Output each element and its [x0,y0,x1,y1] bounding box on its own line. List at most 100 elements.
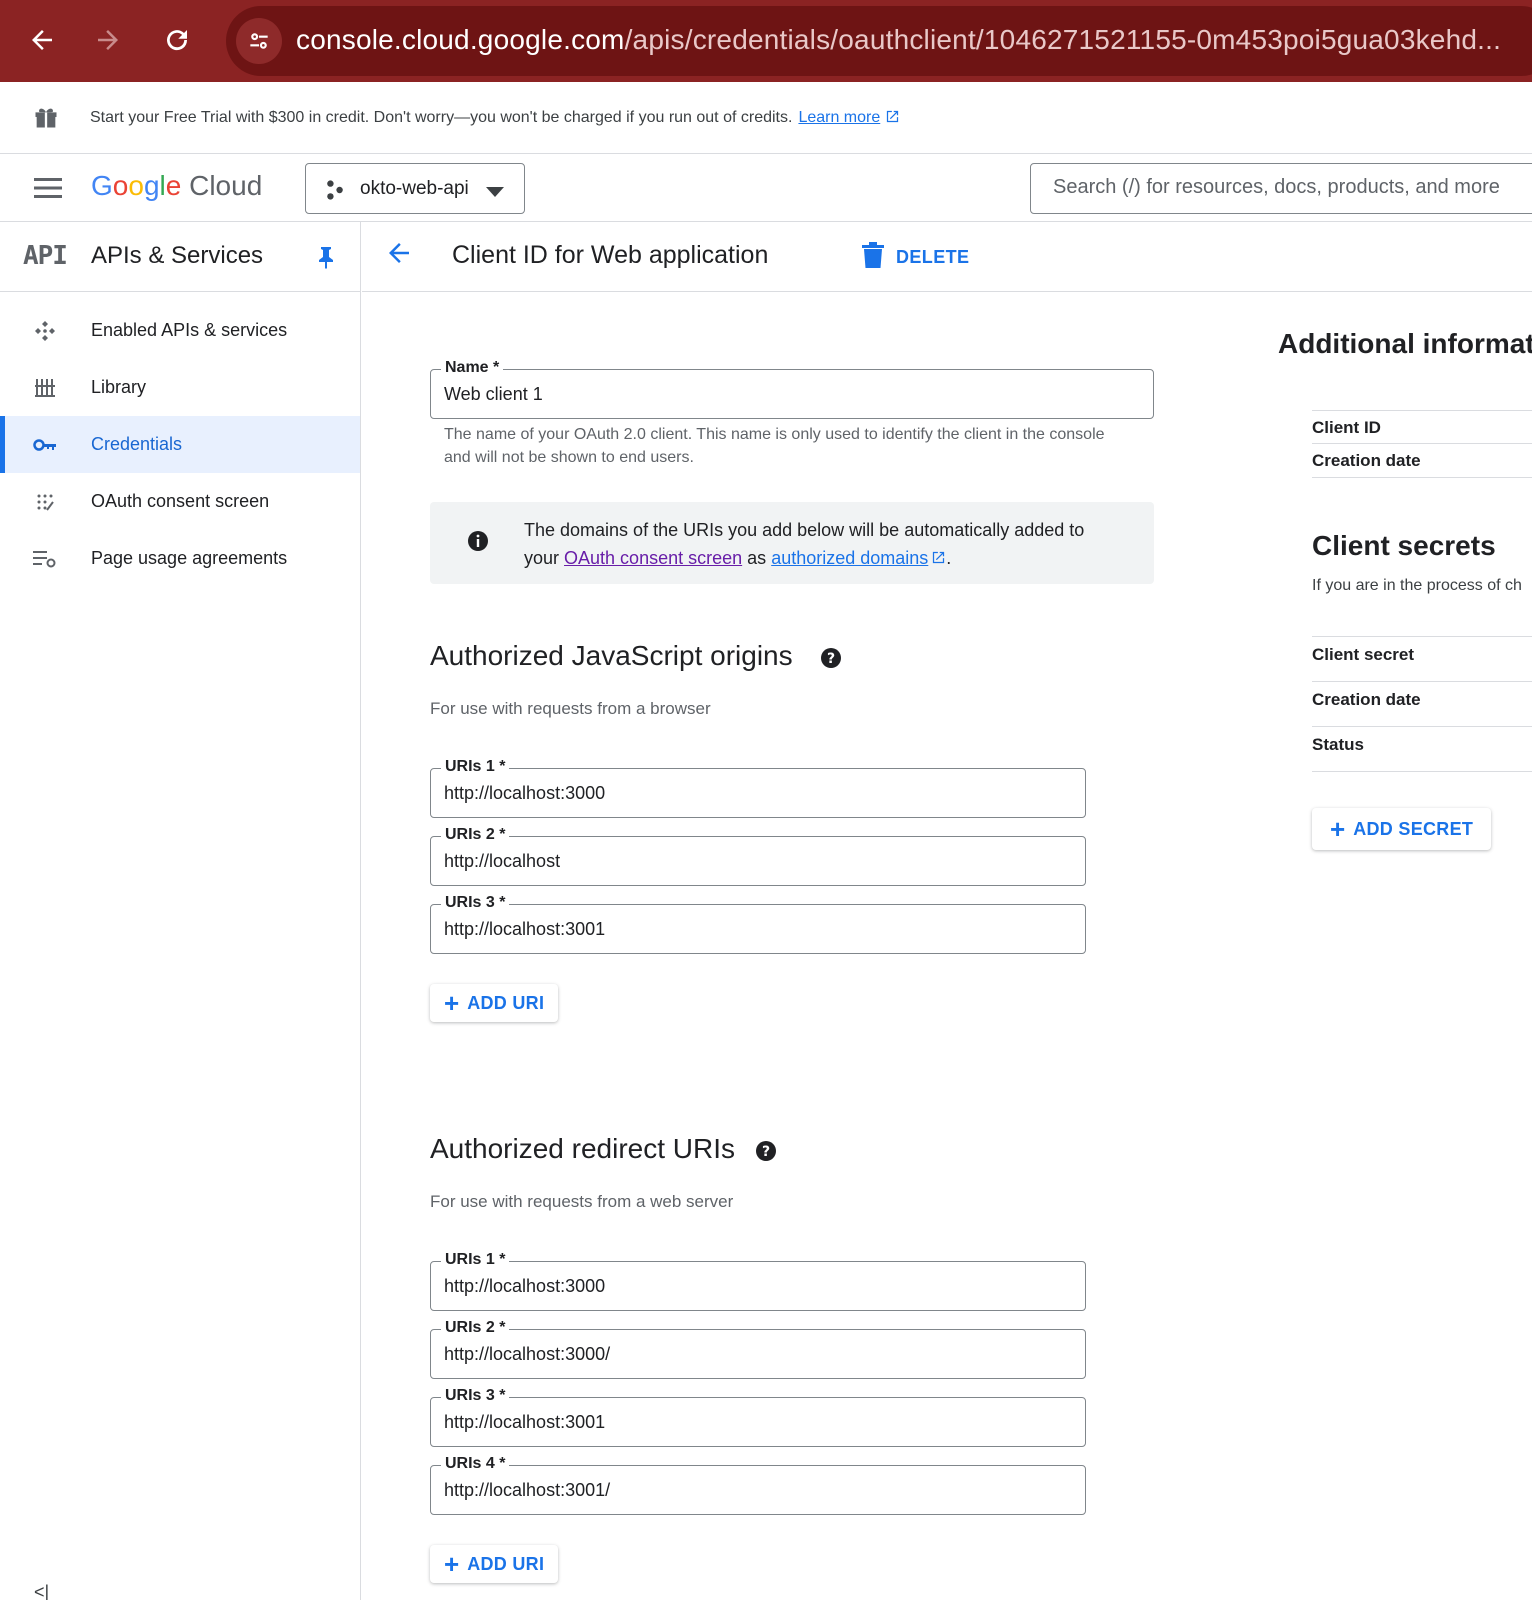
uri-input[interactable] [444,851,1033,872]
external-link-icon [928,548,946,568]
forward-icon[interactable] [88,20,128,60]
svg-text:?: ? [827,651,835,667]
uri-label: URIs 1 * [441,758,510,776]
sidebar-item-oauth-consent[interactable]: OAuth consent screen [0,473,360,530]
redirect-uri-2[interactable]: URIs 2 * [430,1319,1086,1379]
uri-label: URIs 2 * [441,826,510,844]
add-js-origin-uri-button[interactable]: + ADD URI [430,984,559,1022]
sidebar-item-enabled-apis[interactable]: Enabled APIs & services [0,302,360,359]
js-origin-uri-3[interactable]: URIs 3 * [430,894,1086,954]
delete-button[interactable]: DELETE [862,237,969,277]
library-icon [32,375,58,401]
authorized-domains-link[interactable]: authorized domains [771,548,928,568]
sidebar-item-label: Library [91,377,147,397]
sidebar-item-label: OAuth consent screen [91,491,270,511]
learn-more-link[interactable]: Learn more [798,109,880,126]
address-bar[interactable]: console.cloud.google.com/apis/credential… [226,6,1532,76]
consent-icon [32,489,58,515]
js-origins-subtitle: For use with requests from a browser [430,699,711,718]
additional-info-title: Additional informati [1278,328,1532,359]
pin-icon[interactable] [316,245,336,274]
sidebar-item-label: Enabled APIs & services [91,320,288,340]
add-secret-label: ADD SECRET [1353,818,1474,839]
js-origins-title: Authorized JavaScript origins [430,640,793,671]
secret-creation-date-row: Creation date [1312,682,1532,727]
sidebar-title: APIs & Services [91,242,264,269]
name-field[interactable]: Name * [430,359,1154,419]
console-header: Google Cloud okto-web-api [0,154,1532,222]
external-link-icon [885,109,900,126]
uri-input[interactable] [444,919,1033,940]
help-icon[interactable]: ? [820,647,842,674]
redirect-uris-subtitle: For use with requests from a web server [430,1192,734,1211]
plus-icon: + [444,988,460,1018]
content-header: Client ID for Web application DELETE [362,222,1532,292]
free-trial-banner: Start your Free Trial with $300 in credi… [0,82,1532,154]
name-input[interactable] [444,384,1094,405]
svg-text:?: ? [762,1144,770,1160]
sidebar-item-page-usage[interactable]: Page usage agreements [0,530,360,587]
info-text: The domains of the URIs you add below wi… [524,516,1124,572]
client-secrets-title: Client secrets [1312,530,1496,561]
uri-input[interactable] [444,1480,1033,1501]
uri-input[interactable] [444,1276,1033,1297]
sidebar-item-label: Credentials [91,434,183,454]
help-icon[interactable]: ? [755,1140,777,1167]
plus-icon: + [1330,814,1346,844]
plus-icon: + [444,1549,460,1579]
name-helper-text: The name of your OAuth 2.0 client. This … [444,426,1105,466]
project-selector[interactable]: okto-web-api [305,163,525,214]
search-box[interactable] [1030,163,1532,214]
uri-label: URIs 4 * [441,1455,510,1473]
project-name: okto-web-api [360,178,469,199]
info-banner: The domains of the URIs you add below wi… [430,502,1154,584]
url-text: console.cloud.google.com/apis/credential… [296,24,1501,56]
apis-icon [32,318,58,344]
info-text-end: . [946,548,952,568]
agreements-icon [32,546,58,572]
key-icon [32,432,58,458]
redirect-uri-3[interactable]: URIs 3 * [430,1387,1086,1447]
oauth-consent-link[interactable]: OAuth consent screen [564,548,742,568]
redirect-uri-4[interactable]: URIs 4 * [430,1455,1086,1515]
logo-cloud: Cloud [189,170,263,201]
uri-label: URIs 2 * [441,1319,510,1337]
uri-label: URIs 3 * [441,894,510,912]
menu-icon[interactable] [34,176,62,205]
redirect-uri-1[interactable]: URIs 1 * [430,1251,1086,1311]
api-badge-icon: API [23,241,68,271]
add-redirect-uri-button[interactable]: + ADD URI [430,1545,559,1583]
uri-input[interactable] [444,783,1033,804]
project-icon [324,179,346,206]
back-icon[interactable] [22,20,62,60]
back-arrow-icon[interactable] [384,238,420,274]
creation-date-row: Creation date [1312,444,1532,478]
add-secret-button[interactable]: + ADD SECRET [1312,808,1492,850]
client-id-row: Client ID [1312,410,1532,444]
site-info-icon[interactable] [236,18,282,64]
info-icon [467,530,489,557]
url-path: /apis/credentials/oauthclient/1046271521… [624,24,1502,55]
trash-icon [862,241,884,273]
collapse-sidebar-icon[interactable]: <| [34,1582,49,1600]
uri-input[interactable] [444,1344,1033,1365]
sidebar-item-credentials[interactable]: Credentials [0,416,360,473]
uri-label: URIs 3 * [441,1387,510,1405]
logo-google: Google [91,170,182,201]
gift-icon [32,102,60,137]
dropdown-arrow-icon [486,184,504,202]
js-origin-uri-2[interactable]: URIs 2 * [430,826,1086,886]
js-origin-uri-1[interactable]: URIs 1 * [430,758,1086,818]
name-field-label: Name * [441,359,504,377]
redirect-uris-title: Authorized redirect URIs [430,1133,736,1164]
sidebar-item-library[interactable]: Library [0,359,360,416]
browser-toolbar: console.cloud.google.com/apis/credential… [0,0,1532,82]
add-uri-label: ADD URI [467,1553,545,1574]
url-host: console.cloud.google.com [296,24,625,55]
uri-input[interactable] [444,1412,1033,1433]
add-uri-label: ADD URI [467,992,545,1013]
google-cloud-logo[interactable]: Google Cloud [91,170,262,202]
page-title: Client ID for Web application [452,241,769,269]
search-input[interactable] [1053,176,1532,199]
reload-icon[interactable] [157,20,197,60]
